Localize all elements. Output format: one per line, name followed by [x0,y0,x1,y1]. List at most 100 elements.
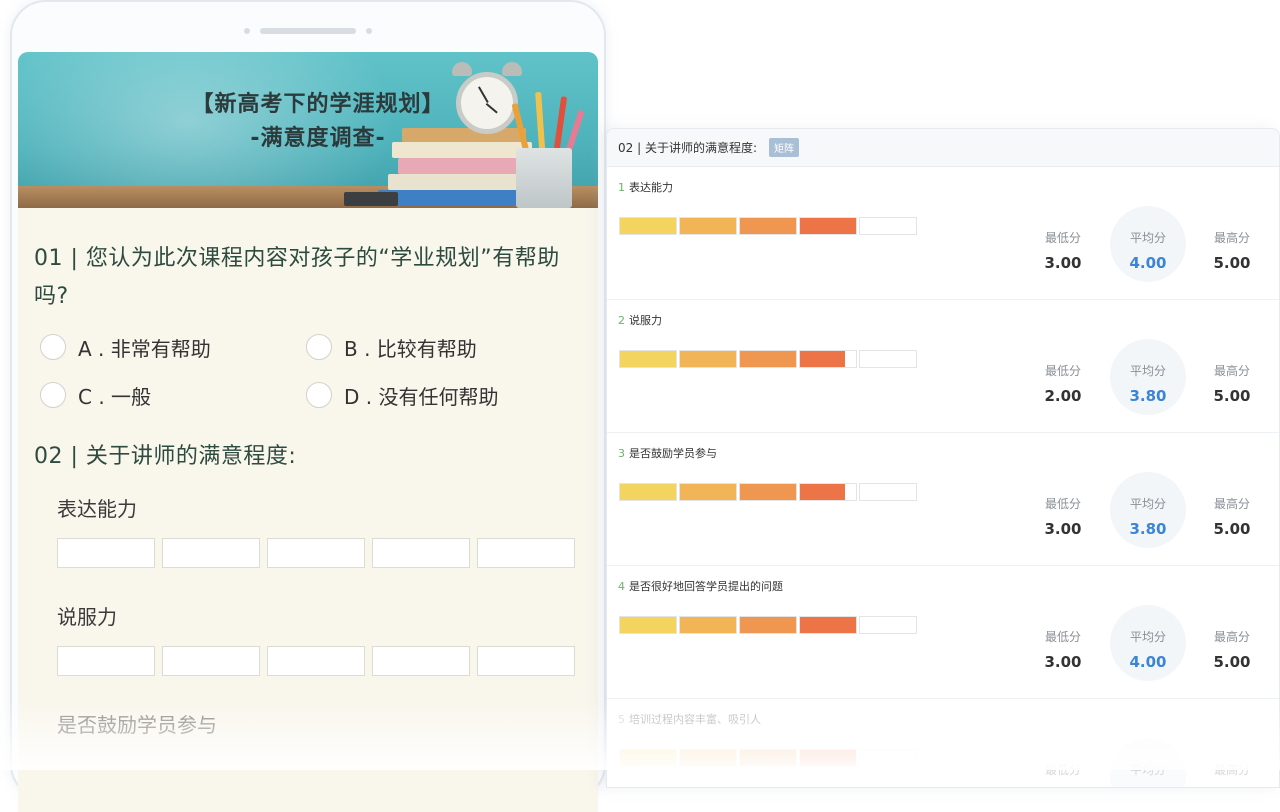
max-score-label: 最高分 [1192,229,1272,246]
min-score-value: 2.00 [1023,387,1103,405]
score-bar-fill [680,351,736,367]
alarm-clock-icon [450,58,524,142]
score-bar-segment [619,483,677,501]
rating-option[interactable] [372,538,470,568]
score-bar-segment [739,749,797,767]
option-b[interactable]: B . 比较有帮助 [306,330,572,364]
matrix-row: 是否鼓励学员参与 [57,710,582,740]
score-bar-fill [800,218,856,234]
rating-option[interactable] [162,646,260,676]
max-score: 最高分 5.00 [1192,628,1272,671]
option-d[interactable]: D . 没有任何帮助 [306,378,572,412]
phone-frame: 【新高考下的学涯规划】 -满意度调查- [10,0,606,800]
score-bar-segment [739,483,797,501]
score-bar [619,749,917,767]
score-bar-segment [739,616,797,634]
calculator-illustration [344,192,398,206]
score-bar-segment [799,217,857,235]
rating-option[interactable] [162,538,260,568]
results-panel: 02 | 关于讲师的满意程度: 矩阵 1表达能力最低分3.00平均分4.00最高… [606,128,1280,788]
score-bar-segment [799,350,857,368]
min-score-value: 3.00 [1023,653,1103,671]
min-score: 最低分 3.00 [1023,628,1103,671]
min-score: 最低分3.00 [1023,495,1103,538]
score-bar-segment [619,217,677,235]
question-1-title: 01 | 您认为此次课程内容对孩子的“学业规划”有帮助吗? [34,240,582,316]
matrix-row-label: 表达能力 [57,494,582,524]
banner-title-line1: 【新高考下的学涯规划】 [168,88,468,122]
min-score: 最低分3.00 [1023,229,1103,272]
max-score: 最高分5.00 [1192,362,1272,405]
rating-option[interactable] [267,646,365,676]
min-score: 最低分2.00 [1023,362,1103,405]
score-bar [619,483,917,501]
option-c[interactable]: C . 一般 [40,378,306,412]
phone-screen: 【新高考下的学涯规划】 -满意度调查- [18,52,598,812]
score-bar-segment [679,483,737,501]
rating-option[interactable] [57,646,155,676]
option-label: A . 非常有帮助 [78,333,211,362]
results-title: 02 | 关于讲师的满意程度: [618,139,757,156]
average-score-value: 4.00 [1108,653,1188,671]
score-bar-fill [620,750,676,766]
option-label: B . 比较有帮助 [344,333,477,362]
clock-bell [452,62,472,76]
result-item-number: 5 [618,713,625,726]
max-score-value: 5.00 [1192,254,1272,272]
clock-bell [502,62,522,76]
score-bar-fill [740,218,796,234]
score-bar-segment [799,616,857,634]
book-illustration [378,190,528,206]
average-score-value: 3.80 [1108,387,1188,405]
result-item-number: 3 [618,447,625,460]
result-item: 3 是否鼓励学员参与最低分3.00平均分3.80最高分5.00 [607,433,1279,566]
rating-option[interactable] [372,646,470,676]
result-item-label: 说服力 [629,314,662,327]
rating-option[interactable] [57,538,155,568]
clock-face [456,72,518,134]
clock-hand [478,86,489,103]
matrix-row-label: 是否鼓励学员参与 [57,710,582,740]
score-bar-fill [740,351,796,367]
max-score-label: 最高分 [1192,628,1272,645]
average-score: 平均分3.80 [1108,495,1188,538]
score-bar-fill [800,617,856,633]
speaker-grille [260,28,356,34]
rating-option[interactable] [267,538,365,568]
result-item-title: 3 是否鼓励学员参与 [618,445,717,461]
result-item-label: 表达能力 [629,181,673,194]
average-score: 平均分4.00 [1108,229,1188,272]
radio-button[interactable] [40,382,66,408]
max-score: 最高分5.00 [1192,495,1272,538]
score-bar-segment [859,217,917,235]
average-score: 平均分3.80 [1108,362,1188,405]
max-score-value: 5.00 [1192,653,1272,671]
rating-option[interactable] [477,538,575,568]
result-item: 4是否很好地回答学员提出的问题最低分3.00平均分4.00最高分5.00 [607,566,1279,699]
score-bar-fill [620,617,676,633]
option-a[interactable]: A . 非常有帮助 [40,330,306,364]
radio-button[interactable] [306,334,332,360]
result-item: 2说服力最低分2.00平均分3.80最高分5.00 [607,300,1279,433]
average-score: 平均分 [1108,761,1188,786]
matrix-row: 说服力 [57,602,582,676]
score-bar-fill [740,617,796,633]
sensor-dot [366,28,372,34]
score-bar-segment [859,483,917,501]
score-bar [619,217,917,235]
average-score-label: 平均分 [1108,495,1188,512]
min-score-label: 最低分 [1023,628,1103,645]
average-score: 平均分 4.00 [1108,628,1188,671]
min-score: 最低分 [1023,761,1103,786]
rating-option[interactable] [477,646,575,676]
score-bar-fill [740,750,796,766]
result-item-label: 是否很好地回答学员提出的问题 [629,580,783,593]
average-score-label: 平均分 [1108,628,1188,645]
score-bar-segment [859,350,917,368]
radio-button[interactable] [40,334,66,360]
radio-button[interactable] [306,382,332,408]
result-item-label: 是否鼓励学员参与 [629,447,717,460]
score-bar [619,350,917,368]
max-score-label: 最高分 [1192,495,1272,512]
survey-banner: 【新高考下的学涯规划】 -满意度调查- [18,52,598,208]
